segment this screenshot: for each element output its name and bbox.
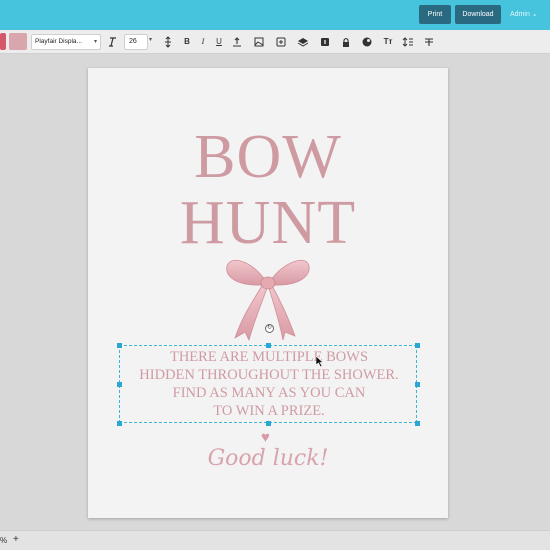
chevron-down-icon: ⌄ <box>531 11 538 18</box>
body-line-3: FIND AS MANY AS YOU CAN <box>172 385 366 401</box>
status-bar: % + <box>0 530 550 550</box>
line-spacing-icon[interactable] <box>107 36 119 48</box>
resize-handle-bottom-right[interactable] <box>415 421 420 426</box>
resize-handle-bottom-left[interactable] <box>117 421 122 426</box>
color-swatch-text[interactable] <box>9 33 27 50</box>
body-line-2: HIDDEN THROUGHOUT THE SHOWER. <box>139 367 399 383</box>
chevron-down-icon[interactable]: ▾ <box>149 36 152 43</box>
user-menu[interactable]: Admin ⌄ <box>510 10 538 18</box>
mouse-cursor-icon <box>315 355 324 370</box>
lock-icon[interactable] <box>340 36 352 48</box>
selected-text-box[interactable]: THERE ARE MULTIPLE BOWS HIDDEN THROUGHOU… <box>117 324 420 426</box>
font-family-select[interactable]: Playfair Displa... ▾ <box>31 34 101 50</box>
resize-handle-right[interactable] <box>415 382 420 387</box>
layers-icon[interactable] <box>297 36 309 48</box>
font-family-value: Playfair Displa... <box>35 38 82 45</box>
color-wheel-icon[interactable] <box>361 36 373 48</box>
heart-icon: ♥ <box>261 429 270 446</box>
add-page-button[interactable]: + <box>13 534 19 545</box>
closing-text[interactable]: Good luck! <box>88 446 448 471</box>
title-line-1[interactable]: BOW <box>88 126 448 188</box>
chevron-down-icon: ▾ <box>93 39 97 45</box>
print-button[interactable]: Print <box>419 5 451 24</box>
document-page[interactable]: BOW HUNT THERE ARE MULTIPLE BOWS HIDDEN … <box>88 68 448 518</box>
title-line-2[interactable]: HUNT <box>88 192 448 254</box>
formatting-toolbar: Playfair Displa... ▾ 26 ▾ B I U Tт <box>0 30 550 54</box>
body-line-1: THERE ARE MULTIPLE BOWS <box>169 349 369 365</box>
resize-handle-bottom[interactable] <box>266 421 271 426</box>
text-height-icon[interactable] <box>162 36 174 48</box>
underline-icon[interactable]: U <box>213 36 225 48</box>
top-bar: Print Download Admin ⌄ <box>0 0 550 30</box>
resize-handle-left[interactable] <box>117 382 122 387</box>
italic-icon[interactable]: I <box>197 36 209 48</box>
bold-icon[interactable]: B <box>181 36 193 48</box>
align-icon[interactable] <box>231 36 243 48</box>
resize-handle-top[interactable] <box>266 343 271 348</box>
rotate-handle-icon[interactable]: ↻ <box>265 324 274 333</box>
resize-handle-top-right[interactable] <box>415 343 420 348</box>
list-spacing-icon[interactable] <box>402 36 414 48</box>
download-button[interactable]: Download <box>455 5 501 24</box>
image-icon[interactable] <box>253 36 265 48</box>
resize-handle-top-left[interactable] <box>117 343 122 348</box>
text-case-icon[interactable]: Tт <box>382 36 394 48</box>
duplicate-icon[interactable] <box>275 36 287 48</box>
color-swatch-primary[interactable] <box>0 33 6 50</box>
zoom-level[interactable]: % <box>0 536 7 545</box>
font-size-input[interactable]: 26 <box>124 34 148 50</box>
body-line-4: TO WIN A PRIZE. <box>213 403 325 419</box>
strike-icon[interactable] <box>423 36 435 48</box>
download-icon[interactable] <box>319 36 331 48</box>
user-label: Admin <box>510 11 530 18</box>
